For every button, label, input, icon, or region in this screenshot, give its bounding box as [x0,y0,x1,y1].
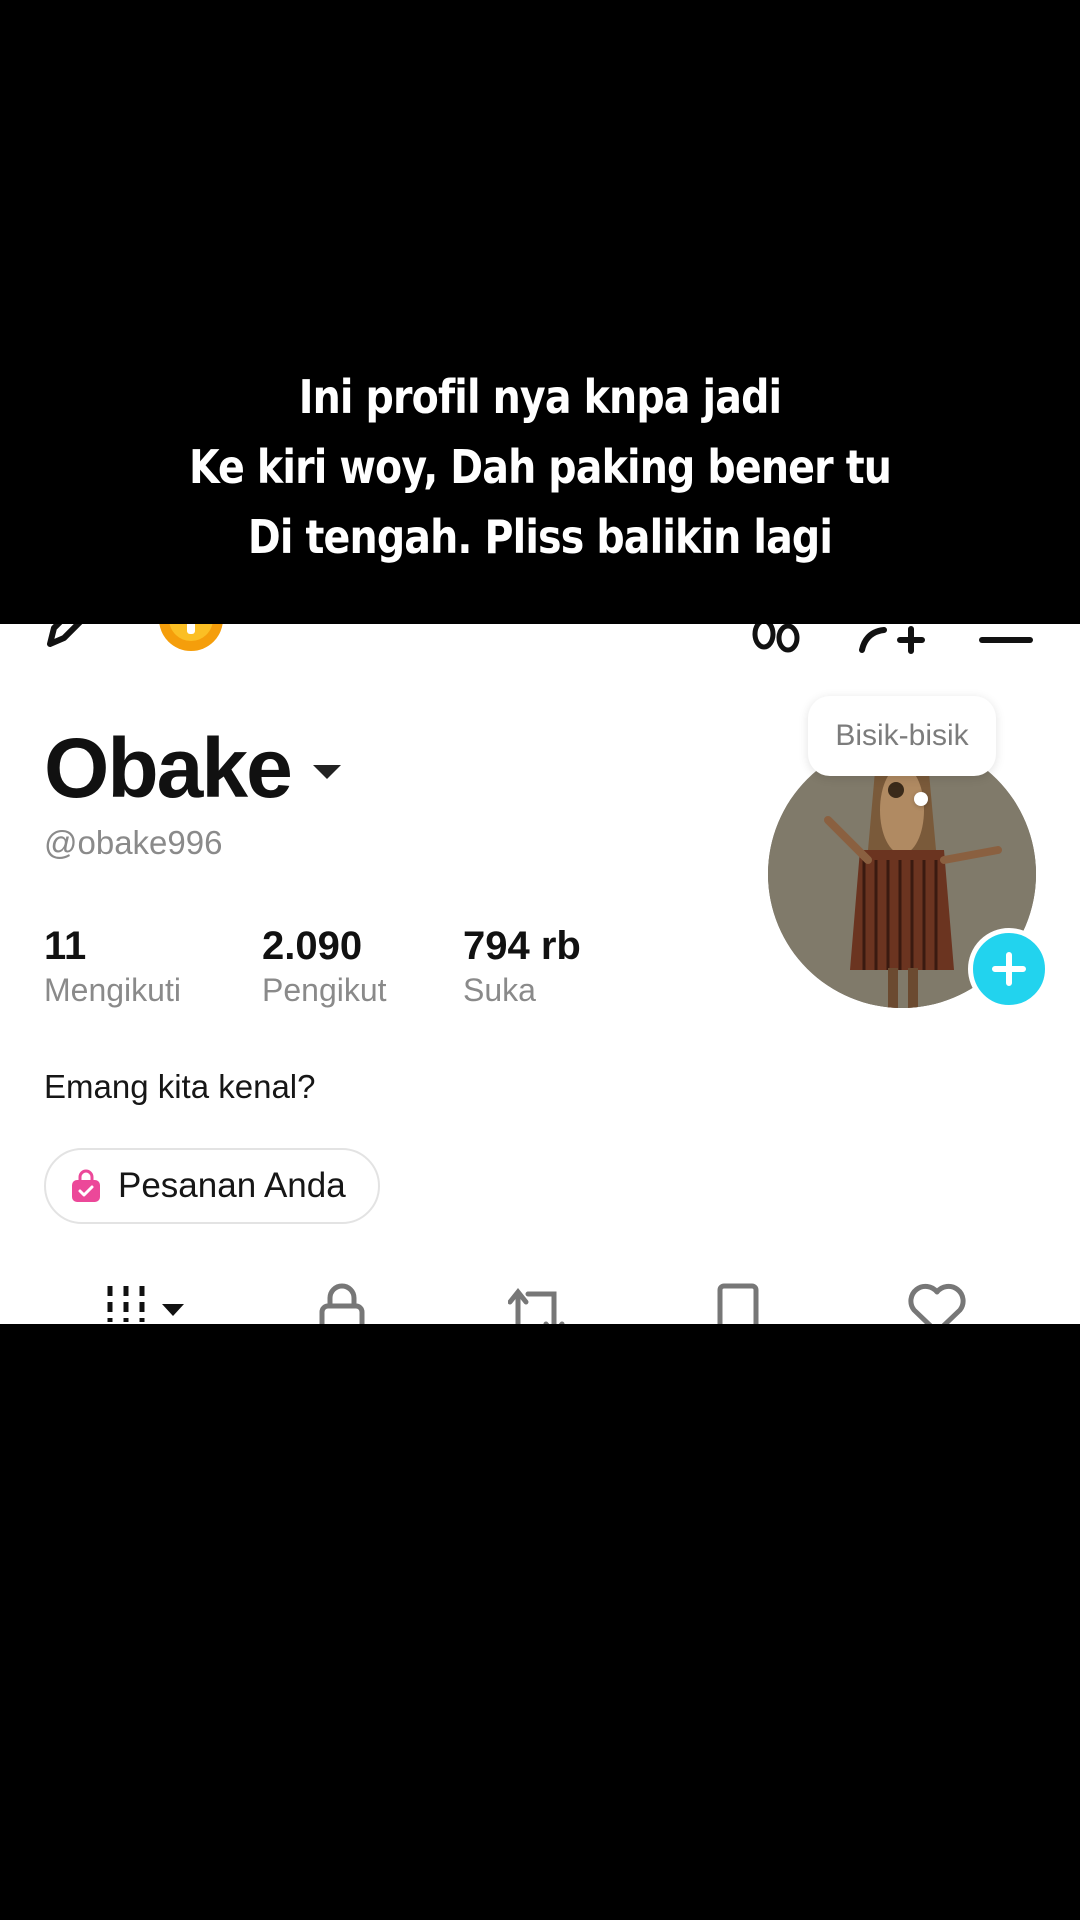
stat-label: Suka [463,972,536,1008]
videos-grid-icon[interactable] [104,1282,188,1324]
coin-icon[interactable] [156,624,226,654]
repost-icon[interactable] [508,1282,572,1324]
add-story-button[interactable] [968,928,1050,1010]
your-orders-button[interactable]: Pesanan Anda [44,1148,380,1224]
caption-text: Ini profil nya knpa jadi Ke kiri woy, Da… [76,362,1005,572]
footprints-icon[interactable] [748,624,804,654]
username-handle: @obake996 [44,824,223,861]
lock-icon[interactable] [316,1282,368,1324]
note-bubble-tail [914,792,928,806]
profile-tabs [0,1282,1080,1324]
shopping-bag-icon [72,1169,100,1202]
caption-line: Di tengah. Pliss balikin lagi [247,510,833,564]
stat-value: 2.090 [262,924,363,968]
your-orders-label: Pesanan Anda [118,1166,346,1205]
stat-likes[interactable]: 794 rb Suka [463,924,581,1010]
display-name-row[interactable]: Obake [44,720,341,817]
stat-label: Mengikuti [44,972,181,1008]
display-name: Obake [44,721,293,815]
menu-icon[interactable] [978,624,1034,654]
pencil-icon[interactable] [42,624,102,654]
note-bubble[interactable]: Bisik-bisik [808,696,996,776]
bookmark-icon[interactable] [716,1282,760,1324]
caption-line: Ke kiri woy, Dah paking bener tu [188,440,892,494]
stat-value: 11 [44,924,87,968]
stat-followers[interactable]: 2.090 Pengikut [262,924,387,1010]
heart-icon[interactable] [906,1282,968,1324]
add-friend-icon[interactable] [856,624,926,654]
bio-text: Emang kita kenal? [44,1068,316,1105]
plus-icon [992,952,1026,986]
stat-label: Pengikut [262,972,387,1008]
chevron-down-icon[interactable] [312,764,341,779]
video-caption-overlay: Ini profil nya knpa jadi Ke kiri woy, Da… [0,0,1080,624]
stat-following[interactable]: 11 Mengikuti [44,924,181,1010]
profile-screen: Obake @obake996 11 Mengikuti 2.090 Pengi… [0,624,1080,1324]
stat-value: 794 rb [463,924,581,968]
note-bubble-text: Bisik-bisik [835,719,969,752]
caption-line: Ini profil nya knpa jadi [298,370,782,424]
